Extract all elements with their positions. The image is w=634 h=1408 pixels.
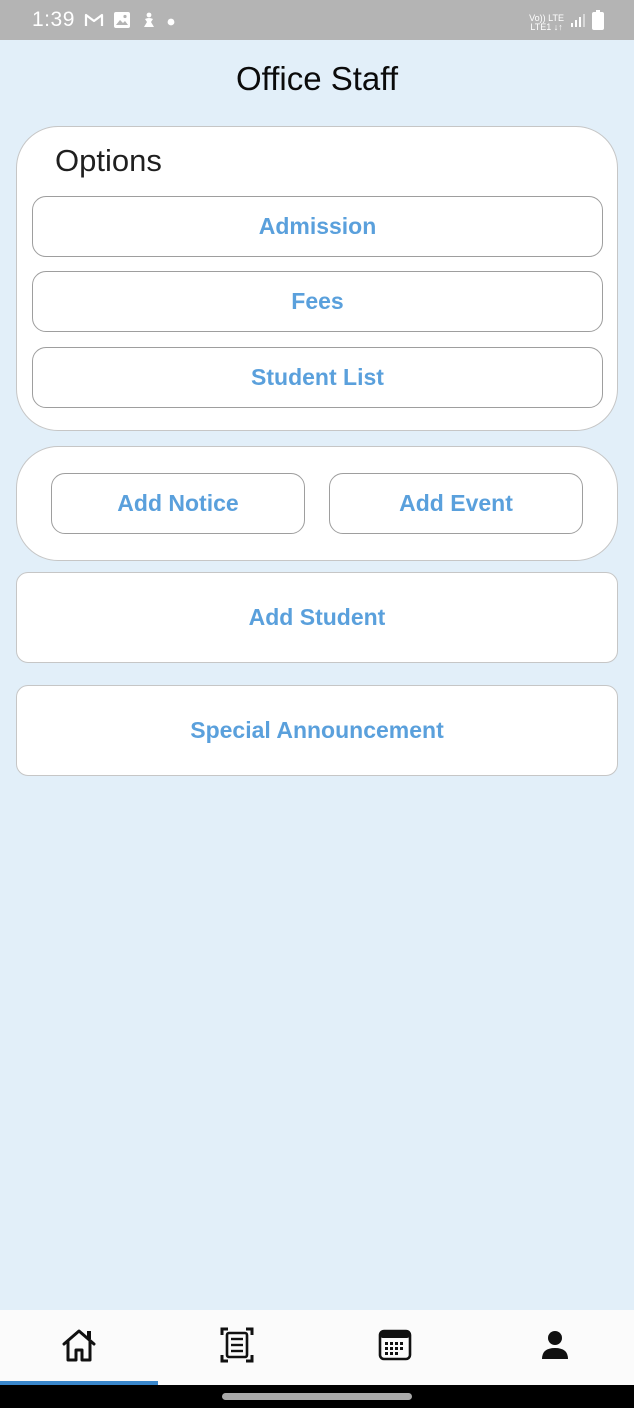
network-type: Vo)) LTE LTE1 ↓↑ (529, 13, 564, 32)
signal-icon (570, 12, 586, 33)
gesture-navigation-bar (0, 1385, 634, 1408)
home-icon (60, 1327, 98, 1368)
notification-icons (84, 11, 175, 34)
gmail-icon (84, 12, 104, 33)
options-card: Options Admission Fees Student List (16, 126, 618, 431)
fees-button[interactable]: Fees (32, 271, 603, 332)
options-heading: Options (55, 143, 162, 178)
network-type-bottom: LTE1 ↓↑ (530, 21, 563, 32)
nav-item-home[interactable] (0, 1310, 158, 1385)
special-announcement-button[interactable]: Special Announcement (16, 685, 618, 776)
more-notifications-dot-icon (167, 13, 175, 31)
calendar-icon (378, 1329, 412, 1366)
nav-item-profile[interactable] (476, 1310, 634, 1385)
notice-event-card: Add Notice Add Event (16, 446, 618, 561)
add-student-button[interactable]: Add Student (16, 572, 618, 663)
student-list-button[interactable]: Student List (32, 347, 603, 408)
add-notice-button[interactable]: Add Notice (51, 473, 305, 534)
add-event-button[interactable]: Add Event (329, 473, 583, 534)
status-time: 1:39 (32, 8, 75, 31)
gesture-handle[interactable] (222, 1393, 412, 1400)
system-icons: Vo)) LTE LTE1 ↓↑ (529, 10, 604, 35)
app-notification-icon (140, 11, 158, 34)
profile-icon (540, 1330, 570, 1365)
nav-item-notices[interactable] (158, 1310, 316, 1385)
gallery-icon (113, 11, 131, 34)
status-bar: 1:39 Vo)) LTE LTE1 ↓↑ (0, 0, 634, 40)
battery-icon (592, 10, 604, 35)
admission-button[interactable]: Admission (32, 196, 603, 257)
nav-item-calendar[interactable] (316, 1310, 474, 1385)
notice-board-icon (220, 1327, 254, 1368)
bottom-navigation (0, 1310, 634, 1385)
page-title: Office Staff (235, 60, 399, 97)
